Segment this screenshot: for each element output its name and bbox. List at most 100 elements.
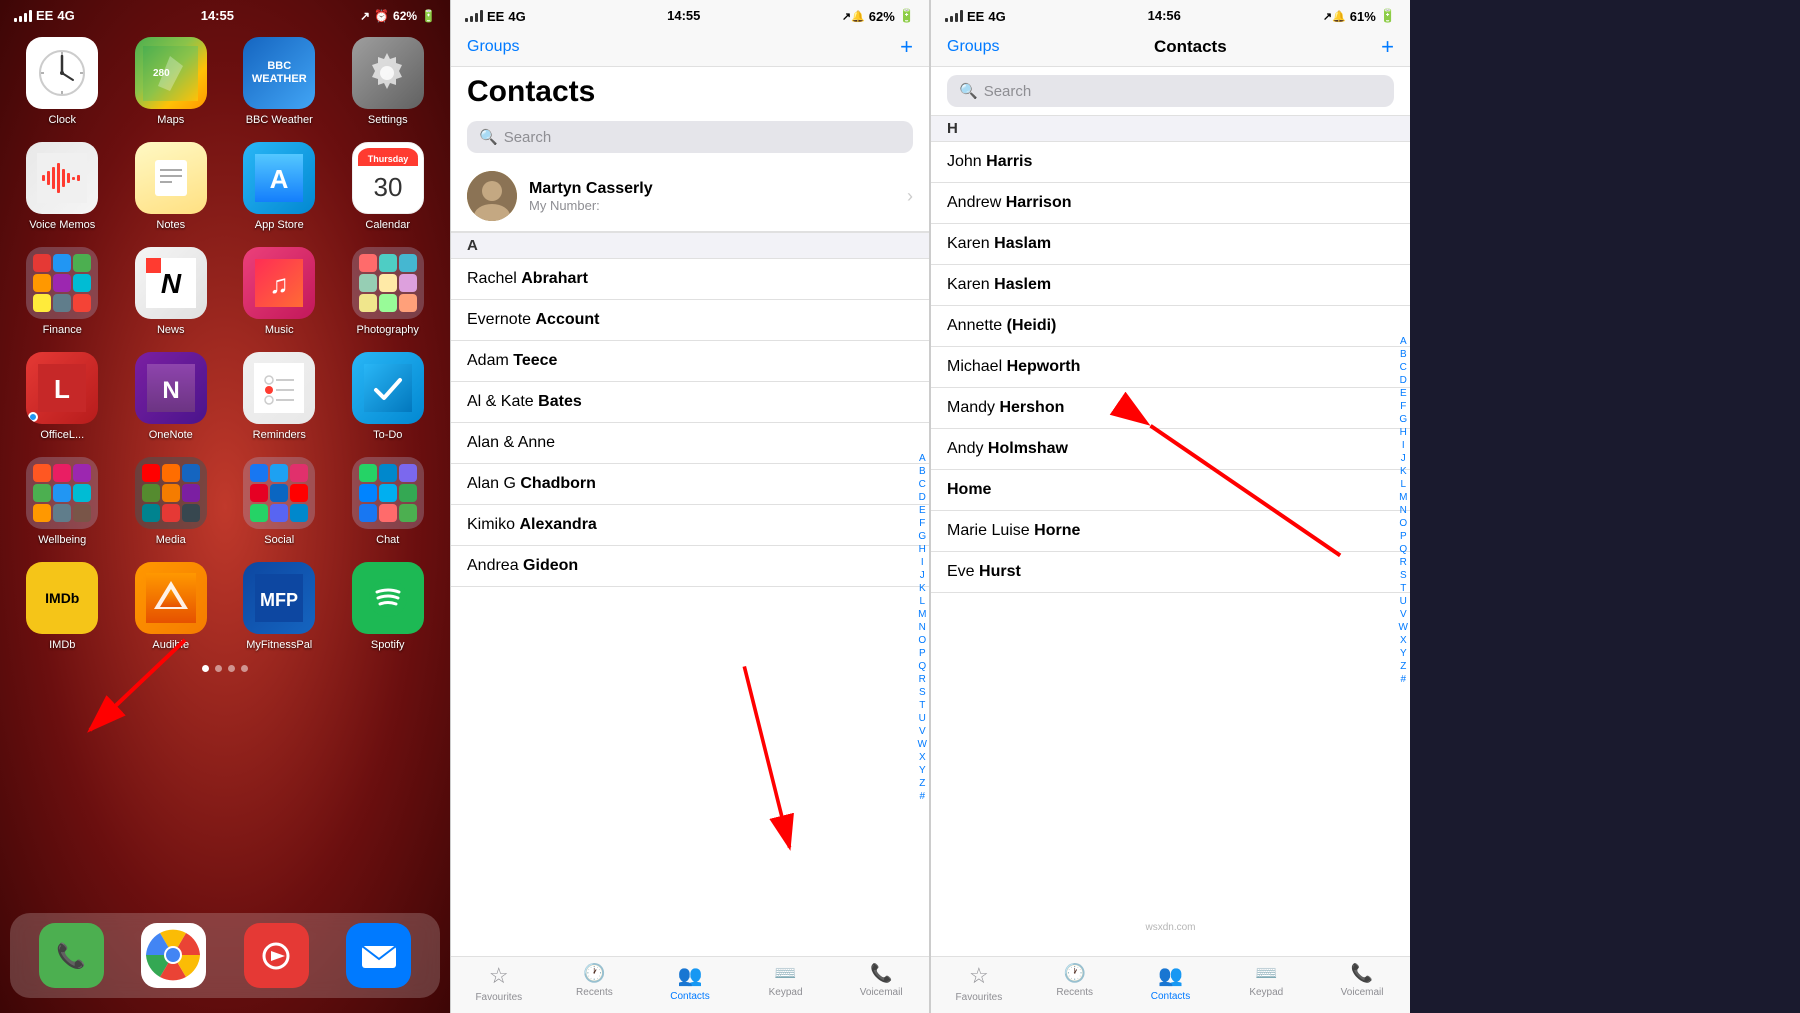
dock-castaway[interactable] <box>244 923 309 988</box>
alpha3-d[interactable]: D <box>1400 374 1407 387</box>
alpha3-w[interactable]: W <box>1399 621 1408 634</box>
alpha3-g[interactable]: G <box>1399 413 1407 426</box>
app-app-store[interactable]: A App Store <box>233 142 326 231</box>
alpha3-a[interactable]: A <box>1400 335 1407 348</box>
contact-row-haslam[interactable]: Karen Haslam <box>931 224 1410 265</box>
app-officel[interactable]: L OfficeL... <box>16 352 109 441</box>
alpha-g[interactable]: G <box>918 530 926 543</box>
dock-chrome[interactable] <box>141 923 206 988</box>
alpha3-r[interactable]: R <box>1400 556 1407 569</box>
app-notes[interactable]: Notes <box>125 142 218 231</box>
dock-mail[interactable] <box>346 923 411 988</box>
dock-phone[interactable]: 📞 <box>39 923 104 988</box>
app-chat[interactable]: Chat <box>342 457 435 546</box>
tab-voicemail-2[interactable]: 📞 Voicemail <box>833 963 929 1003</box>
search-bar-3[interactable]: 🔍 Search <box>947 75 1394 107</box>
alpha3-u[interactable]: U <box>1400 595 1407 608</box>
alpha3-j[interactable]: J <box>1401 452 1406 465</box>
alpha-s[interactable]: S <box>919 686 926 699</box>
alpha-hash[interactable]: # <box>919 790 925 803</box>
contact-row-horne[interactable]: Marie Luise Horne <box>931 511 1410 552</box>
alpha3-h[interactable]: H <box>1400 426 1407 439</box>
contact-row[interactable]: Andrea Gideon <box>451 546 929 587</box>
alpha3-x[interactable]: X <box>1400 634 1407 647</box>
tab-recents-2[interactable]: 🕐 Recents <box>547 963 643 1003</box>
contact-row-haslem[interactable]: Karen Haslem <box>931 265 1410 306</box>
app-news[interactable]: N News <box>125 247 218 336</box>
alpha3-n[interactable]: N <box>1400 504 1407 517</box>
alpha3-z[interactable]: Z <box>1400 660 1406 673</box>
alpha-u[interactable]: U <box>919 712 926 725</box>
app-imdb[interactable]: IMDb IMDb <box>16 562 109 651</box>
groups-link-3[interactable]: Groups <box>947 38 999 56</box>
app-todo[interactable]: To-Do <box>342 352 435 441</box>
tab-contacts-2[interactable]: 👥 Contacts <box>642 963 738 1003</box>
alpha-f[interactable]: F <box>919 517 925 530</box>
tab-voicemail-3[interactable]: 📞 Voicemail <box>1314 963 1410 1003</box>
alpha-y[interactable]: Y <box>919 764 926 777</box>
tab-favourites-2[interactable]: ☆ Favourites <box>451 963 547 1003</box>
alpha3-b[interactable]: B <box>1400 348 1407 361</box>
contact-row-harris[interactable]: John Harris <box>931 142 1410 183</box>
tab-recents-3[interactable]: 🕐 Recents <box>1027 963 1123 1003</box>
alpha3-f[interactable]: F <box>1400 400 1406 413</box>
contact-row[interactable]: Alan & Anne <box>451 423 929 464</box>
alpha-l[interactable]: L <box>919 595 925 608</box>
alpha3-p[interactable]: P <box>1400 530 1407 543</box>
alpha3-o[interactable]: O <box>1399 517 1407 530</box>
alpha-n[interactable]: N <box>919 621 926 634</box>
app-settings[interactable]: Settings <box>342 37 435 126</box>
alpha-v[interactable]: V <box>919 725 926 738</box>
page-dot-2[interactable] <box>215 665 222 672</box>
page-dot-3[interactable] <box>228 665 235 672</box>
tab-keypad-3[interactable]: ⌨️ Keypad <box>1218 963 1314 1003</box>
app-wellbeing[interactable]: Wellbeing <box>16 457 109 546</box>
alpha-w[interactable]: W <box>918 738 927 751</box>
alpha3-s[interactable]: S <box>1400 569 1407 582</box>
alpha3-y[interactable]: Y <box>1400 647 1407 660</box>
app-spotify[interactable]: Spotify <box>342 562 435 651</box>
contact-row-harrison[interactable]: Andrew Harrison <box>931 183 1410 224</box>
app-calendar[interactable]: Thursday 30 Calendar <box>342 142 435 231</box>
app-music[interactable]: ♫ Music <box>233 247 326 336</box>
contact-row[interactable]: Adam Teece <box>451 341 929 382</box>
alpha-z[interactable]: Z <box>919 777 925 790</box>
app-audible[interactable]: Audible <box>125 562 218 651</box>
contact-row[interactable]: Kimiko Alexandra <box>451 505 929 546</box>
alpha-p[interactable]: P <box>919 647 926 660</box>
search-bar-2[interactable]: 🔍 Search <box>467 121 913 153</box>
alpha3-k[interactable]: K <box>1400 465 1407 478</box>
alpha3-c[interactable]: C <box>1400 361 1407 374</box>
tab-favourites-3[interactable]: ☆ Favourites <box>931 963 1027 1003</box>
alpha-h[interactable]: H <box>919 543 926 556</box>
alpha3-q[interactable]: Q <box>1399 543 1407 556</box>
app-onenote[interactable]: N OneNote <box>125 352 218 441</box>
app-myfitnesspal[interactable]: MFP MyFitnessPal <box>233 562 326 651</box>
tab-keypad-2[interactable]: ⌨️ Keypad <box>738 963 834 1003</box>
app-maps[interactable]: 280 Maps <box>125 37 218 126</box>
alpha-j[interactable]: J <box>920 569 925 582</box>
alpha-e[interactable]: E <box>919 504 926 517</box>
contact-row-hepworth[interactable]: Michael Hepworth <box>931 347 1410 388</box>
alpha-b[interactable]: B <box>919 465 926 478</box>
add-contact-button-3[interactable]: + <box>1381 34 1394 60</box>
alpha-m[interactable]: M <box>918 608 926 621</box>
app-media[interactable]: Media <box>125 457 218 546</box>
groups-link-2[interactable]: Groups <box>467 38 519 56</box>
contact-row[interactable]: Al & Kate Bates <box>451 382 929 423</box>
alpha-index-2[interactable]: A B C D E F G H I J K L M N O P Q R S T … <box>918 452 927 803</box>
app-social[interactable]: Social <box>233 457 326 546</box>
alpha-c[interactable]: C <box>919 478 926 491</box>
contact-row-hershon[interactable]: Mandy Hershon <box>931 388 1410 429</box>
alpha3-e[interactable]: E <box>1400 387 1407 400</box>
app-photography[interactable]: Photography <box>342 247 435 336</box>
alpha-r[interactable]: R <box>919 673 926 686</box>
page-dot-1[interactable] <box>202 665 209 672</box>
alpha-o[interactable]: O <box>918 634 926 647</box>
contact-row[interactable]: Evernote Account <box>451 300 929 341</box>
alpha3-t[interactable]: T <box>1400 582 1406 595</box>
alpha3-v[interactable]: V <box>1400 608 1407 621</box>
my-card[interactable]: Martyn Casserly My Number: › <box>451 161 929 232</box>
contact-row-holmshaw[interactable]: Andy Holmshaw <box>931 429 1410 470</box>
alpha3-hash[interactable]: # <box>1400 673 1406 686</box>
